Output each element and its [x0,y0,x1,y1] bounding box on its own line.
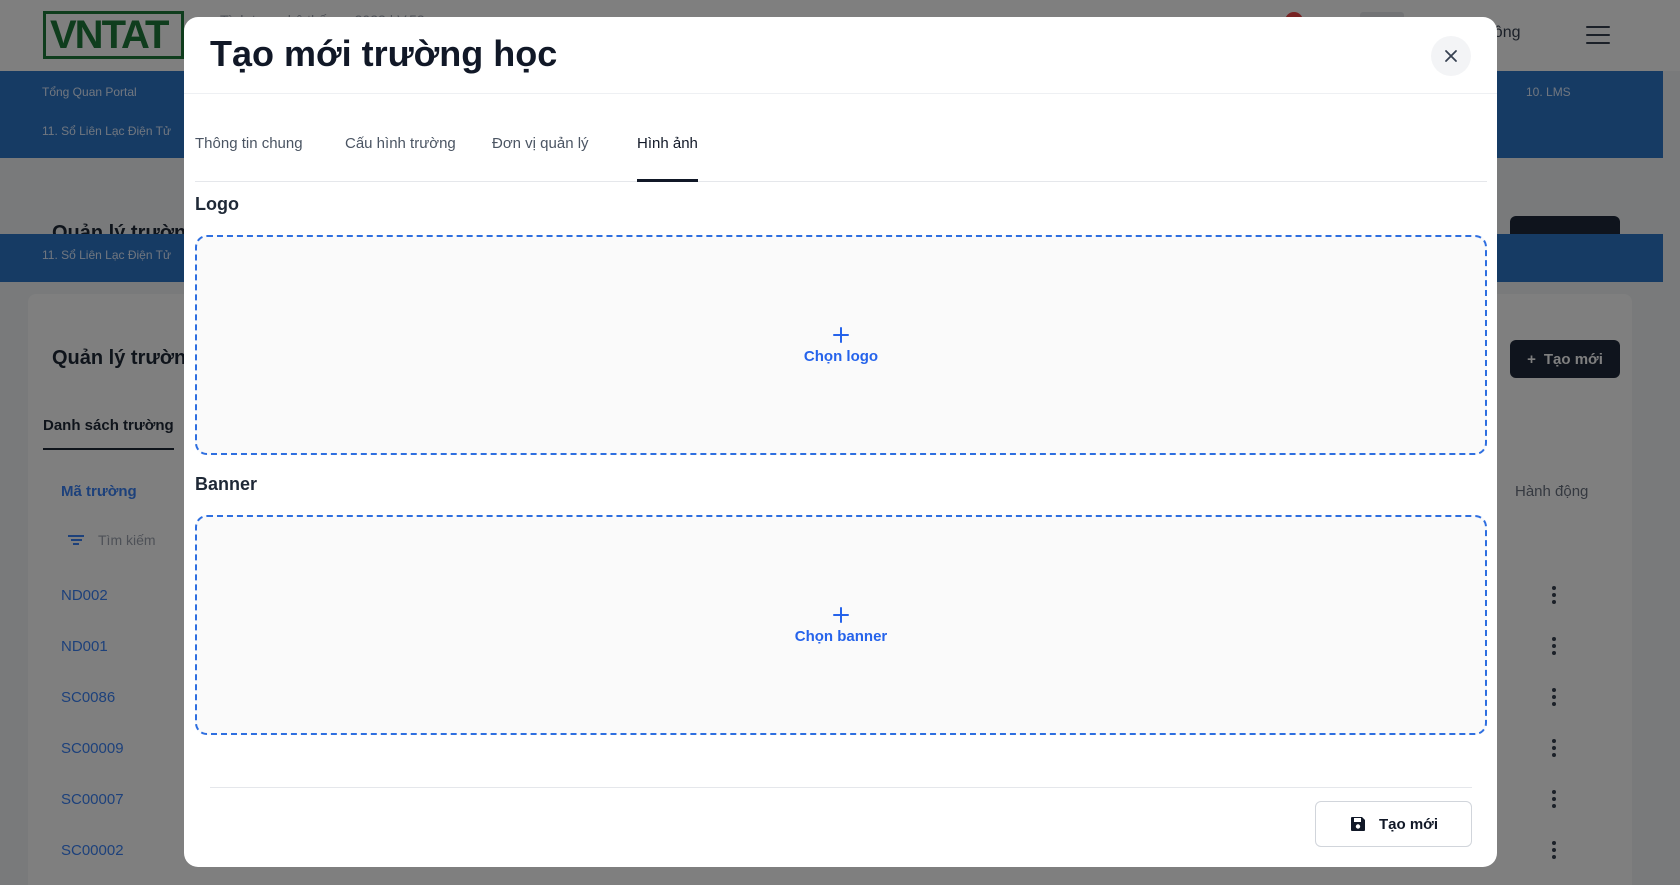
close-icon [1445,50,1457,62]
modal-header: Tạo mới trường học [184,17,1497,94]
footer-divider [210,787,1472,788]
tab-school-config[interactable]: Cấu hình trường [345,129,456,182]
plus-icon [833,606,849,623]
floppy-disk-icon [1350,817,1365,831]
banner-section-label: Banner [195,474,258,494]
modal-tabs: Thông tin chung Cấu hình trường Đơn vị q… [195,129,1487,182]
plus-icon [833,326,849,343]
submit-create-label: Tạo mới [1378,815,1438,833]
tab-management-unit[interactable]: Đơn vị quản lý [492,129,589,182]
choose-banner-label: Chọn banner [794,627,888,645]
tab-images[interactable]: Hình ảnh [637,129,698,182]
close-button[interactable] [1431,36,1471,76]
modal-title: Tạo mới trường học [210,33,558,74]
banner-upload-dropzone[interactable]: Chọn banner [195,515,1487,735]
logo-section-label: Logo [195,194,239,214]
choose-logo-label: Chọn logo [803,347,879,365]
logo-upload-dropzone[interactable]: Chọn logo [195,235,1487,455]
create-school-modal: Tạo mới trường học Thông tin chung Cấu h… [184,17,1497,867]
tab-general-info[interactable]: Thông tin chung [195,129,303,182]
submit-create-button[interactable]: Tạo mới [1315,801,1472,847]
